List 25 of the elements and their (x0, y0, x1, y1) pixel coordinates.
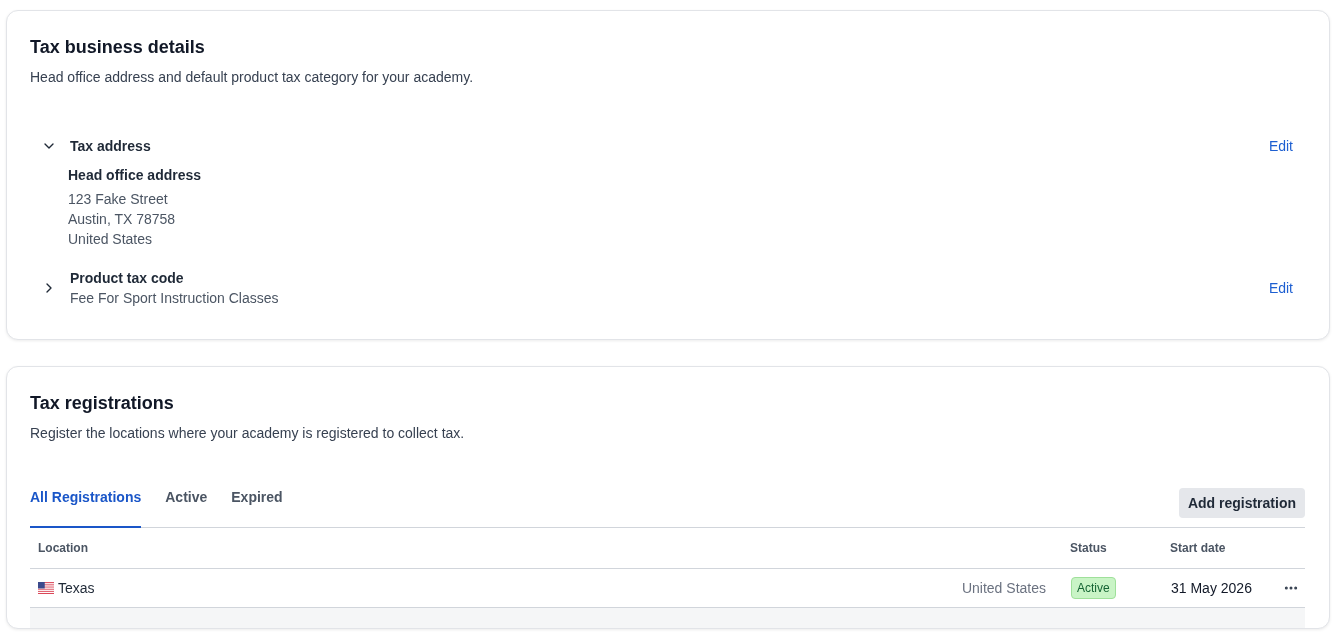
column-header: Start date (1170, 540, 1226, 556)
edit-link[interactable]: Edit (1268, 136, 1293, 156)
filter-tab[interactable]: Active (165, 483, 208, 528)
column-header: Location (37, 540, 88, 556)
filter-tab[interactable]: All Registrations (30, 483, 142, 528)
edit-link[interactable]: Edit (1268, 278, 1293, 298)
card-title: Tax registrations (30, 392, 174, 415)
card-subtitle: Head office address and default product tax category for your academy. (30, 68, 474, 87)
card-title: Tax business details (30, 36, 205, 59)
section-title: Tax address (70, 137, 151, 156)
country-cell-text: United States (961, 579, 1047, 598)
address-line: Austin, TX 78758 (68, 210, 176, 229)
flag-icon (38, 582, 54, 594)
location-cell-text: Texas (58, 579, 95, 598)
column-header: Status (1070, 540, 1107, 556)
section-title: Product tax code (70, 269, 185, 288)
card-subtitle: Register the locations where your academy is registered to collect tax. (30, 424, 465, 443)
date-cell-text: 31 May 2026 (1171, 579, 1252, 598)
filter-tab[interactable]: Expired (231, 483, 283, 528)
status-badge: Active (1071, 577, 1116, 599)
address-line: 123 Fake Street (68, 190, 168, 209)
address-label: Head office address (68, 166, 202, 185)
add-registration-button[interactable]: Add registration (1178, 488, 1305, 518)
address-line: United States (68, 230, 153, 249)
section-value: Fee For Sport Instruction Classes (70, 289, 279, 308)
